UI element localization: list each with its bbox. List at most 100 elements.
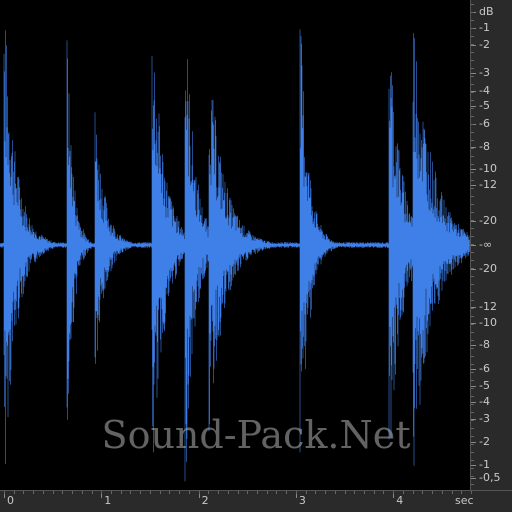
time-minor-tick (52, 491, 54, 494)
db-label: -5 (479, 379, 490, 392)
db-minor-tick (471, 484, 474, 485)
time-minor-tick (140, 491, 142, 494)
db-unit-label: dB (479, 5, 494, 18)
db-minor-tick (471, 380, 474, 381)
time-minor-tick (62, 491, 64, 494)
db-minor-tick (471, 444, 474, 445)
time-minor-tick (198, 491, 200, 494)
time-minor-tick (432, 491, 434, 494)
db-label: -1 (479, 458, 490, 471)
db-minor-tick (471, 4, 474, 5)
time-minor-tick (393, 491, 395, 494)
db-label: -20 (479, 214, 497, 227)
time-minor-tick (188, 491, 190, 494)
db-minor-tick (471, 100, 474, 101)
db-label: -2 (479, 38, 490, 51)
time-label: 3 (298, 494, 306, 507)
db-minor-tick (471, 452, 474, 453)
time-unit-label: sec (455, 494, 474, 507)
time-minor-tick (315, 491, 317, 494)
time-minor-tick (344, 491, 346, 494)
db-minor-tick (471, 20, 474, 21)
db-minor-tick (471, 156, 474, 157)
time-minor-tick (4, 491, 5, 494)
db-tick (471, 465, 476, 466)
db-minor-tick (471, 148, 474, 149)
time-minor-tick (247, 491, 249, 494)
db-label: -8 (479, 338, 490, 351)
db-minor-tick (471, 460, 474, 461)
time-minor-tick (130, 491, 132, 494)
db-minor-tick (471, 292, 474, 293)
db-label: -20 (479, 262, 497, 275)
db-minor-tick (471, 324, 474, 325)
db-minor-tick (471, 108, 474, 109)
db-minor-tick (471, 372, 474, 373)
time-minor-tick (72, 491, 74, 494)
time-minor-tick (451, 491, 453, 494)
db-label: -6 (479, 362, 490, 375)
db-minor-tick (471, 36, 474, 37)
time-minor-tick (13, 491, 15, 494)
db-tick (471, 369, 476, 370)
db-minor-tick (471, 316, 474, 317)
time-minor-tick (218, 491, 220, 494)
db-label: -4 (479, 84, 490, 97)
time-minor-tick (81, 491, 83, 494)
db-minor-tick (471, 12, 474, 13)
db-tick (471, 386, 476, 387)
db-minor-tick (471, 196, 474, 197)
time-label: 1 (104, 494, 112, 507)
db-label: -3 (479, 66, 490, 79)
db-minor-tick (471, 228, 474, 229)
time-minor-tick (461, 491, 463, 494)
db-minor-tick (471, 116, 474, 117)
time-label: 2 (201, 494, 209, 507)
time-minor-tick (42, 491, 44, 494)
db-minor-tick (471, 396, 474, 397)
db-label: -10 (479, 316, 497, 329)
db-minor-tick (471, 60, 474, 61)
db-label: -∞ (479, 238, 493, 251)
db-tick (471, 73, 476, 74)
db-tick (471, 269, 476, 270)
db-minor-tick (471, 92, 474, 93)
time-ruler[interactable]: 0 1 2 3 4 sec (0, 490, 512, 512)
db-minor-tick (471, 332, 474, 333)
db-minor-tick (471, 252, 474, 253)
db-minor-tick (471, 404, 474, 405)
time-minor-tick (276, 491, 278, 494)
waveform-view[interactable] (0, 0, 470, 490)
waveform-trace (0, 29, 470, 482)
db-minor-tick (471, 260, 474, 261)
db-tick (471, 221, 476, 222)
db-minor-tick (471, 124, 474, 125)
db-minor-tick (471, 220, 474, 221)
time-minor-tick (373, 491, 375, 494)
db-minor-tick (471, 164, 474, 165)
db-minor-tick (471, 28, 474, 29)
time-minor-tick (169, 491, 171, 494)
time-minor-tick (91, 491, 93, 494)
db-minor-tick (471, 356, 474, 357)
time-minor-tick (334, 491, 336, 494)
amplitude-ruler: dB -1 -2 -3 -4 -5 -6 -8 -10 -12 -20 -∞ -20 -12 -10 -8 -6… (470, 0, 512, 490)
time-minor-tick (354, 491, 356, 494)
db-minor-tick (471, 236, 474, 237)
time-minor-tick (412, 491, 414, 494)
db-minor-tick (471, 44, 474, 45)
db-minor-tick (471, 212, 474, 213)
time-minor-tick (295, 491, 297, 494)
time-minor-tick (325, 491, 327, 494)
db-minor-tick (471, 140, 474, 141)
db-tick (471, 442, 476, 443)
time-minor-tick (33, 491, 35, 494)
db-minor-tick (471, 84, 474, 85)
db-minor-tick (471, 340, 474, 341)
db-tick (471, 402, 476, 403)
db-minor-tick (471, 348, 474, 349)
waveform-graph[interactable] (0, 0, 470, 490)
time-minor-tick (23, 491, 25, 494)
db-tick (471, 478, 476, 479)
db-minor-tick (471, 364, 474, 365)
